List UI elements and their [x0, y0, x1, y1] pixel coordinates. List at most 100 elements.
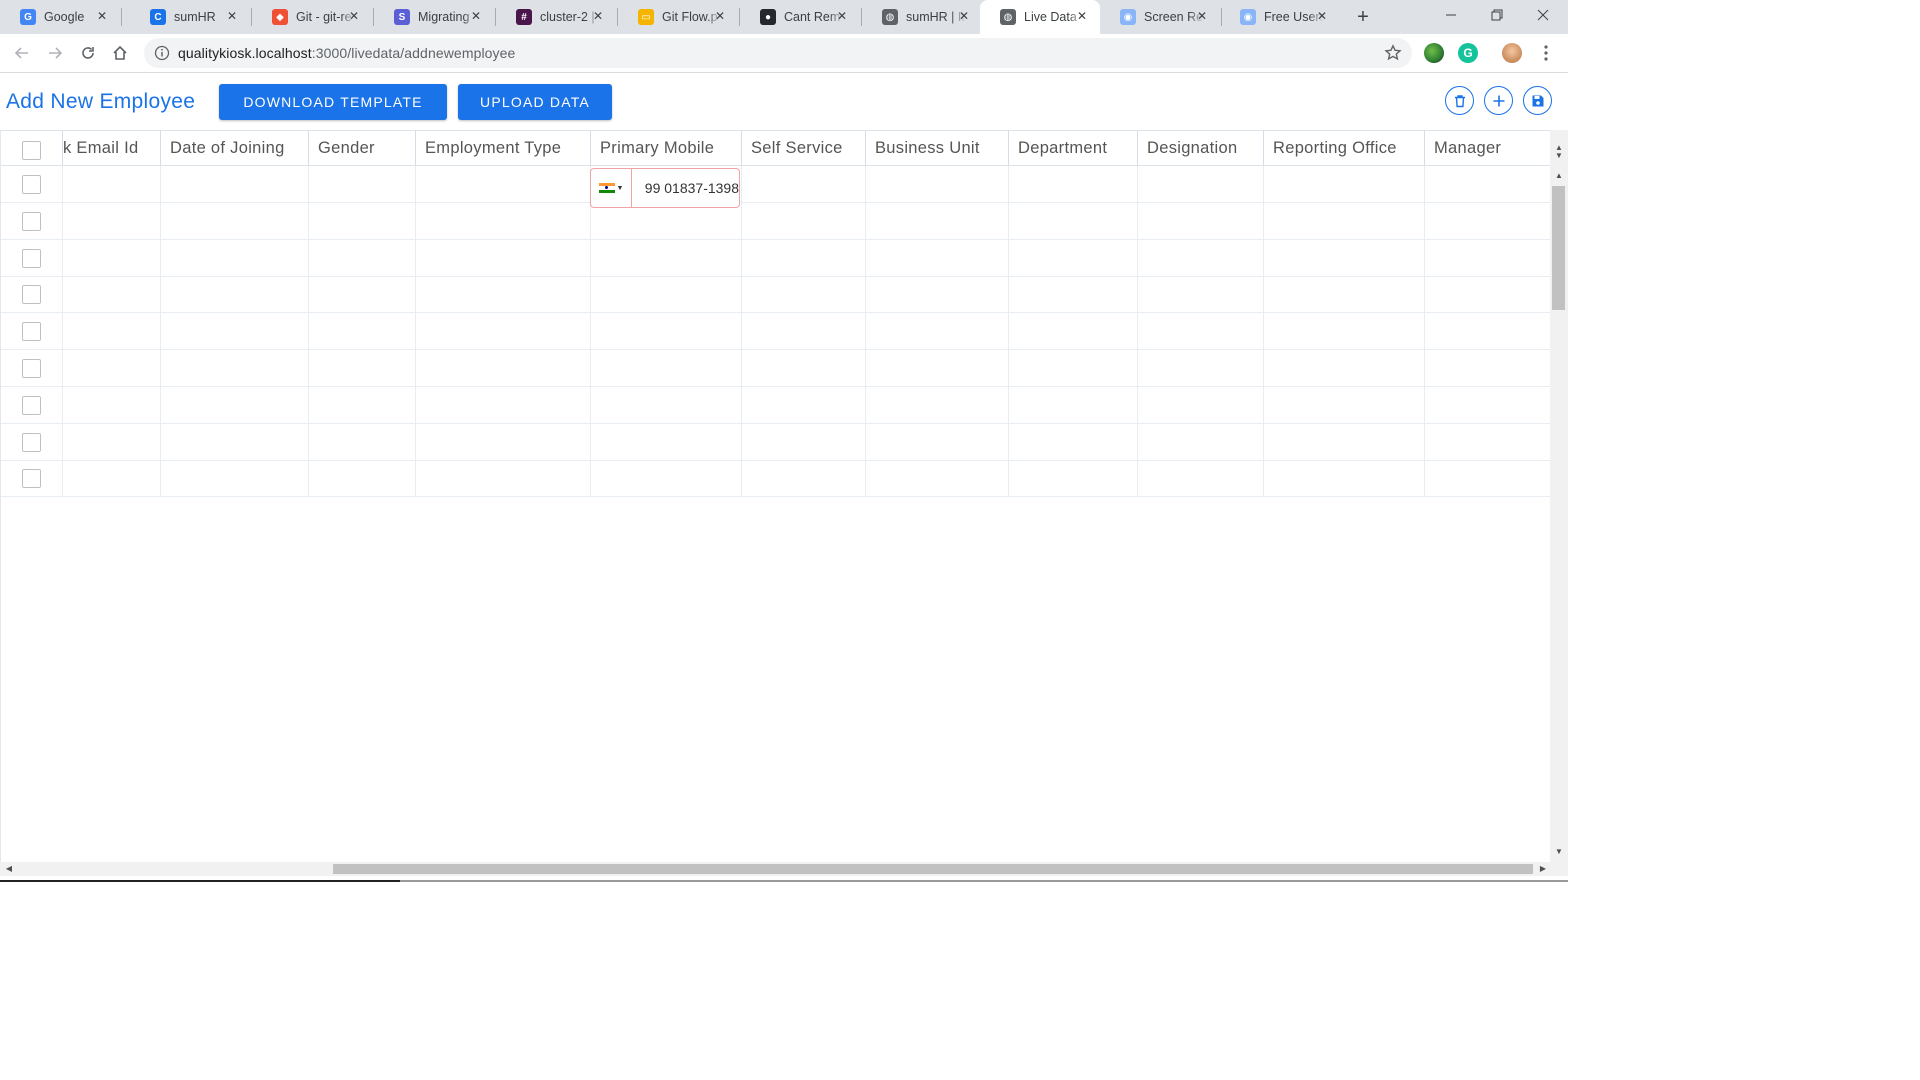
row-checkbox[interactable] — [22, 248, 41, 268]
country-selector[interactable]: ▼ — [591, 169, 632, 207]
address-bar[interactable]: qualitykiosk.localhost:3000/livedata/add… — [144, 38, 1412, 68]
column-header-k-email-id[interactable]: k Email Id — [63, 131, 161, 167]
tab-close-icon[interactable]: ✕ — [224, 8, 240, 24]
scroll-down-small-icon[interactable]: ▼ — [1550, 150, 1568, 162]
tab-close-icon[interactable]: ✕ — [1194, 8, 1210, 24]
grid-cell[interactable] — [161, 350, 309, 386]
grid-cell[interactable] — [591, 202, 742, 239]
grid-cell[interactable] — [866, 423, 1009, 460]
new-tab-button[interactable]: + — [1352, 6, 1374, 28]
horizontal-scroll-thumb[interactable] — [333, 864, 1533, 874]
column-header-gender[interactable]: Gender — [309, 131, 416, 167]
restore-button[interactable] — [1474, 0, 1520, 30]
tab-2[interactable]: ◆ Git - git-re ✕ — [252, 0, 372, 34]
grid-cell[interactable] — [63, 350, 161, 386]
grid-cell[interactable] — [1009, 386, 1138, 423]
row-checkbox[interactable] — [22, 469, 41, 489]
download-template-button[interactable]: DOWNLOAD TEMPLATE — [219, 84, 447, 120]
delete-button[interactable] — [1445, 86, 1474, 115]
grid-cell[interactable] — [63, 276, 161, 313]
grid-cell[interactable] — [1264, 386, 1425, 423]
grid-cell[interactable] — [309, 166, 416, 202]
home-button[interactable] — [107, 40, 133, 66]
grid-cell[interactable] — [1138, 350, 1264, 386]
grid-cell[interactable] — [63, 166, 161, 202]
tab-close-icon[interactable]: ✕ — [956, 8, 972, 24]
grid-cell[interactable] — [63, 239, 161, 276]
grid-cell[interactable] — [309, 423, 416, 460]
column-header-business-unit[interactable]: Business Unit — [866, 131, 1009, 167]
grid-cell[interactable] — [1009, 239, 1138, 276]
tab-5[interactable]: ▭ Git Flow.p ✕ — [618, 0, 738, 34]
reload-button[interactable] — [75, 40, 101, 66]
grid-cell[interactable] — [742, 239, 866, 276]
grid-cell[interactable] — [591, 350, 742, 386]
tab-10[interactable]: ◉ Free Users ✕ — [1220, 0, 1340, 34]
grid-cell[interactable] — [1425, 203, 1551, 239]
tab-close-icon[interactable]: ✕ — [834, 8, 850, 24]
upload-data-button[interactable]: UPLOAD DATA — [458, 84, 612, 120]
column-header-department[interactable]: Department — [1009, 131, 1138, 167]
row-checkbox[interactable] — [22, 285, 41, 305]
grid-cell[interactable] — [309, 350, 416, 386]
grid-cell[interactable] — [1264, 423, 1425, 460]
select-all-checkbox[interactable] — [22, 141, 41, 160]
grid-cell[interactable] — [866, 166, 1009, 202]
column-header-employment-type[interactable]: Employment Type — [416, 131, 591, 167]
grid-cell[interactable] — [1264, 350, 1425, 386]
vertical-scroll-thumb[interactable] — [1552, 186, 1565, 310]
grid-cell[interactable] — [1425, 240, 1551, 276]
row-checkbox[interactable] — [22, 175, 41, 194]
tab-close-icon[interactable]: ✕ — [346, 8, 362, 24]
row-checkbox[interactable] — [22, 322, 41, 342]
forward-button[interactable] — [42, 40, 68, 66]
menu-button[interactable] — [1538, 44, 1554, 62]
grid-cell[interactable] — [416, 423, 591, 460]
grid-cell[interactable] — [1009, 423, 1138, 460]
column-header-primary-mobile[interactable]: Primary Mobile — [591, 131, 742, 167]
grid-cell[interactable] — [161, 202, 309, 239]
grid-cell[interactable] — [1264, 460, 1425, 497]
grid-cell[interactable] — [161, 239, 309, 276]
grid-cell[interactable] — [1138, 239, 1264, 276]
scroll-up-icon-2[interactable]: ▲ — [1550, 170, 1568, 182]
scroll-down-icon[interactable]: ▼ — [1550, 846, 1568, 858]
minimize-button[interactable] — [1428, 0, 1474, 30]
vertical-scrollbar[interactable]: ▲ ▼ ▲ ▼ — [1550, 130, 1568, 862]
grid-cell[interactable] — [1138, 460, 1264, 497]
grid-cell[interactable] — [591, 423, 742, 460]
grid-cell[interactable] — [416, 386, 591, 423]
grid-cell[interactable] — [416, 239, 591, 276]
column-header-self-service[interactable]: Self Service — [742, 131, 866, 167]
grid-cell[interactable] — [1138, 276, 1264, 313]
save-button[interactable] — [1523, 86, 1552, 115]
tab-close-icon[interactable]: ✕ — [1314, 8, 1330, 24]
grid-cell[interactable] — [309, 202, 416, 239]
grid-cell[interactable] — [1264, 202, 1425, 239]
grid-cell[interactable] — [1138, 423, 1264, 460]
grid-cell[interactable] — [63, 460, 161, 497]
grid-cell[interactable] — [63, 423, 161, 460]
avatar[interactable] — [1502, 43, 1522, 63]
grid-cell[interactable] — [416, 202, 591, 239]
tab-8[interactable]: ◍ Live Data ✕ — [980, 0, 1100, 34]
grid-cell[interactable] — [416, 313, 591, 350]
grid-cell[interactable] — [161, 386, 309, 423]
grid-cell[interactable] — [63, 202, 161, 239]
grid-cell[interactable] — [742, 166, 866, 202]
grid-cell[interactable] — [591, 239, 742, 276]
grid-cell[interactable] — [742, 350, 866, 386]
tab-close-icon[interactable]: ✕ — [590, 8, 606, 24]
grid-cell[interactable] — [1009, 202, 1138, 239]
tab-close-icon[interactable]: ✕ — [1074, 8, 1090, 24]
tab-close-icon[interactable]: ✕ — [468, 8, 484, 24]
grid-cell[interactable] — [742, 276, 866, 313]
grid-cell[interactable] — [416, 460, 591, 497]
primary-mobile-editor[interactable]: ▼ 99 01837-1398 — [590, 168, 740, 208]
grid-cell[interactable] — [416, 350, 591, 386]
grid-cell[interactable] — [1138, 166, 1264, 202]
grid-cell[interactable] — [416, 276, 591, 313]
grid-cell[interactable] — [1009, 460, 1138, 497]
grid-cell[interactable] — [1264, 313, 1425, 350]
tab-3[interactable]: S Migrating ✕ — [374, 0, 494, 34]
